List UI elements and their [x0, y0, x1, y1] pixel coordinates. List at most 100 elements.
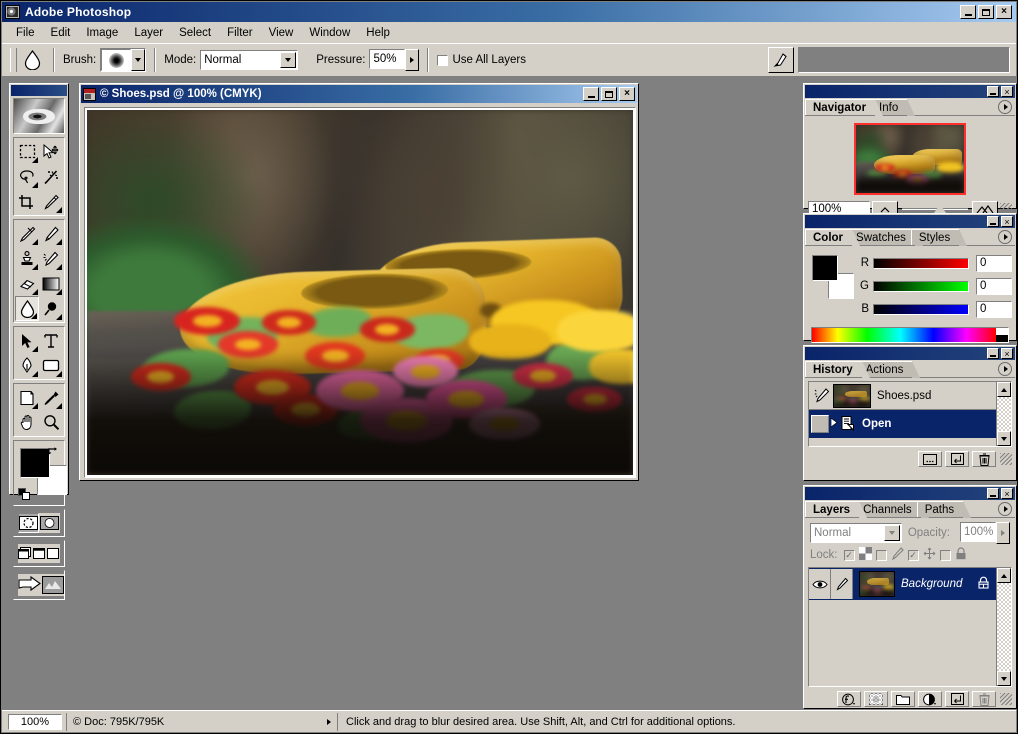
history-titlebar[interactable]: ×: [805, 347, 1015, 360]
lock-image-pixels[interactable]: [876, 550, 887, 561]
blur-tool[interactable]: [15, 296, 39, 321]
menu-window[interactable]: Window: [301, 25, 358, 41]
layers-list[interactable]: Background: [808, 567, 1012, 687]
magic-wand-tool[interactable]: [39, 164, 63, 189]
blend-mode-select[interactable]: Normal: [810, 523, 902, 543]
blue-channel-input[interactable]: 0: [976, 301, 1012, 318]
navigator-close-button[interactable]: ×: [1001, 86, 1013, 97]
lasso-tool[interactable]: [15, 164, 39, 189]
palette-menu-icon[interactable]: [998, 502, 1012, 516]
palette-menu-icon[interactable]: [998, 362, 1012, 376]
jump-to-imageready-button[interactable]: [18, 574, 42, 596]
layers-minimize-button[interactable]: [987, 488, 999, 499]
history-minimize-button[interactable]: [987, 348, 999, 359]
brush-picker-arrow[interactable]: [131, 49, 145, 71]
new-group-button[interactable]: [891, 691, 915, 707]
menu-select[interactable]: Select: [171, 25, 219, 41]
navigator-thumbnail[interactable]: [854, 123, 966, 195]
move-tool[interactable]: [39, 139, 63, 164]
notes-tool[interactable]: [15, 385, 39, 410]
tab-paths[interactable]: Paths: [917, 501, 963, 517]
tab-layers[interactable]: Layers: [805, 501, 859, 517]
healing-brush-tool[interactable]: [15, 221, 39, 246]
layers-titlebar[interactable]: ×: [805, 487, 1015, 500]
trash-icon[interactable]: [972, 451, 996, 467]
delete-layer-button[interactable]: [972, 691, 996, 707]
pressure-stepper-arrow[interactable]: [405, 49, 419, 71]
red-channel-slider[interactable]: [873, 258, 969, 269]
layers-scrollbar[interactable]: [996, 568, 1011, 686]
zoom-tool[interactable]: [39, 410, 63, 435]
adjustment-layer-button[interactable]: [918, 691, 942, 707]
history-brush-source-icon[interactable]: [811, 385, 833, 407]
scroll-down-icon[interactable]: [997, 671, 1011, 686]
brushes-palette-icon[interactable]: [768, 47, 794, 73]
menu-edit[interactable]: Edit: [43, 25, 79, 41]
navigator-minimize-button[interactable]: [987, 86, 999, 97]
rectangle-shape-tool[interactable]: [39, 353, 63, 378]
menu-view[interactable]: View: [261, 25, 302, 41]
options-bar-grip[interactable]: [10, 48, 17, 72]
red-channel-input[interactable]: 0: [976, 255, 1012, 272]
history-resize-grip[interactable]: [1000, 453, 1012, 465]
history-source-toggle[interactable]: [811, 415, 829, 433]
lock-all[interactable]: [940, 550, 951, 561]
clone-stamp-tool[interactable]: [15, 246, 39, 271]
chevron-down-icon[interactable]: [884, 525, 900, 541]
scroll-down-icon[interactable]: [997, 431, 1011, 446]
layer-mask-button[interactable]: [864, 691, 888, 707]
history-scrollbar[interactable]: [996, 382, 1011, 446]
layer-style-button[interactable]: [837, 691, 861, 707]
eye-icon[interactable]: [809, 569, 831, 599]
eraser-tool[interactable]: [15, 271, 39, 296]
history-state-row[interactable]: Open: [809, 410, 996, 438]
blue-channel-slider[interactable]: [873, 304, 969, 315]
status-menu-arrow-icon[interactable]: [321, 719, 337, 725]
paintbrush-tool[interactable]: [39, 221, 63, 246]
status-zoom-input[interactable]: 100%: [8, 714, 62, 730]
tab-color[interactable]: Color: [805, 229, 852, 245]
scroll-up-icon[interactable]: [997, 382, 1011, 397]
brush-picker[interactable]: [100, 48, 146, 72]
minimize-button[interactable]: [960, 5, 976, 19]
new-document-from-state-button[interactable]: [918, 451, 942, 467]
palette-menu-icon[interactable]: [998, 100, 1012, 114]
status-document-info[interactable]: © Doc: 795K/795K: [66, 713, 321, 731]
color-spectrum-ramp[interactable]: [811, 327, 1009, 343]
lock-transparent-pixels[interactable]: [844, 550, 855, 561]
table-row[interactable]: Background: [809, 568, 996, 600]
document-titlebar[interactable]: © Shoes.psd @ 100% (CMYK) ×: [81, 85, 637, 103]
eyedropper-tool[interactable]: [39, 385, 63, 410]
dodge-tool[interactable]: [39, 296, 63, 321]
foreground-color-swatch[interactable]: [20, 448, 50, 478]
menu-filter[interactable]: Filter: [219, 25, 261, 41]
default-colors-icon[interactable]: [18, 488, 30, 500]
document-image-clogs-and-flowers[interactable]: [87, 110, 633, 475]
color-close-button[interactable]: ×: [1001, 216, 1013, 227]
full-screen-mode-button[interactable]: [46, 544, 60, 563]
opacity-stepper-arrow[interactable]: [996, 522, 1010, 544]
document-minimize-button[interactable]: [583, 87, 599, 101]
new-layer-button[interactable]: [945, 691, 969, 707]
pen-tool[interactable]: [15, 353, 39, 378]
hand-tool[interactable]: [15, 410, 39, 435]
document-maximize-button[interactable]: [601, 87, 617, 101]
navigator-titlebar[interactable]: ×: [805, 85, 1015, 98]
tab-navigator[interactable]: Navigator: [805, 99, 875, 115]
history-state-list[interactable]: Shoes.psd: [808, 381, 1012, 447]
imageready-preview-button[interactable]: [42, 574, 64, 596]
color-titlebar[interactable]: ×: [805, 215, 1015, 228]
tab-history[interactable]: History: [805, 361, 862, 377]
lock-position[interactable]: [908, 550, 919, 561]
menu-file[interactable]: File: [8, 25, 43, 41]
new-snapshot-button[interactable]: [945, 451, 969, 467]
history-close-button[interactable]: ×: [1001, 348, 1013, 359]
crop-tool[interactable]: [15, 189, 39, 214]
path-selection-tool[interactable]: [15, 328, 39, 353]
chevron-down-icon[interactable]: [280, 52, 296, 68]
document-close-button[interactable]: ×: [619, 87, 635, 101]
menu-layer[interactable]: Layer: [126, 25, 171, 41]
history-snapshot-row[interactable]: Shoes.psd: [809, 382, 996, 410]
paintbrush-icon[interactable]: [831, 569, 853, 599]
rectangular-marquee-tool[interactable]: [15, 139, 39, 164]
